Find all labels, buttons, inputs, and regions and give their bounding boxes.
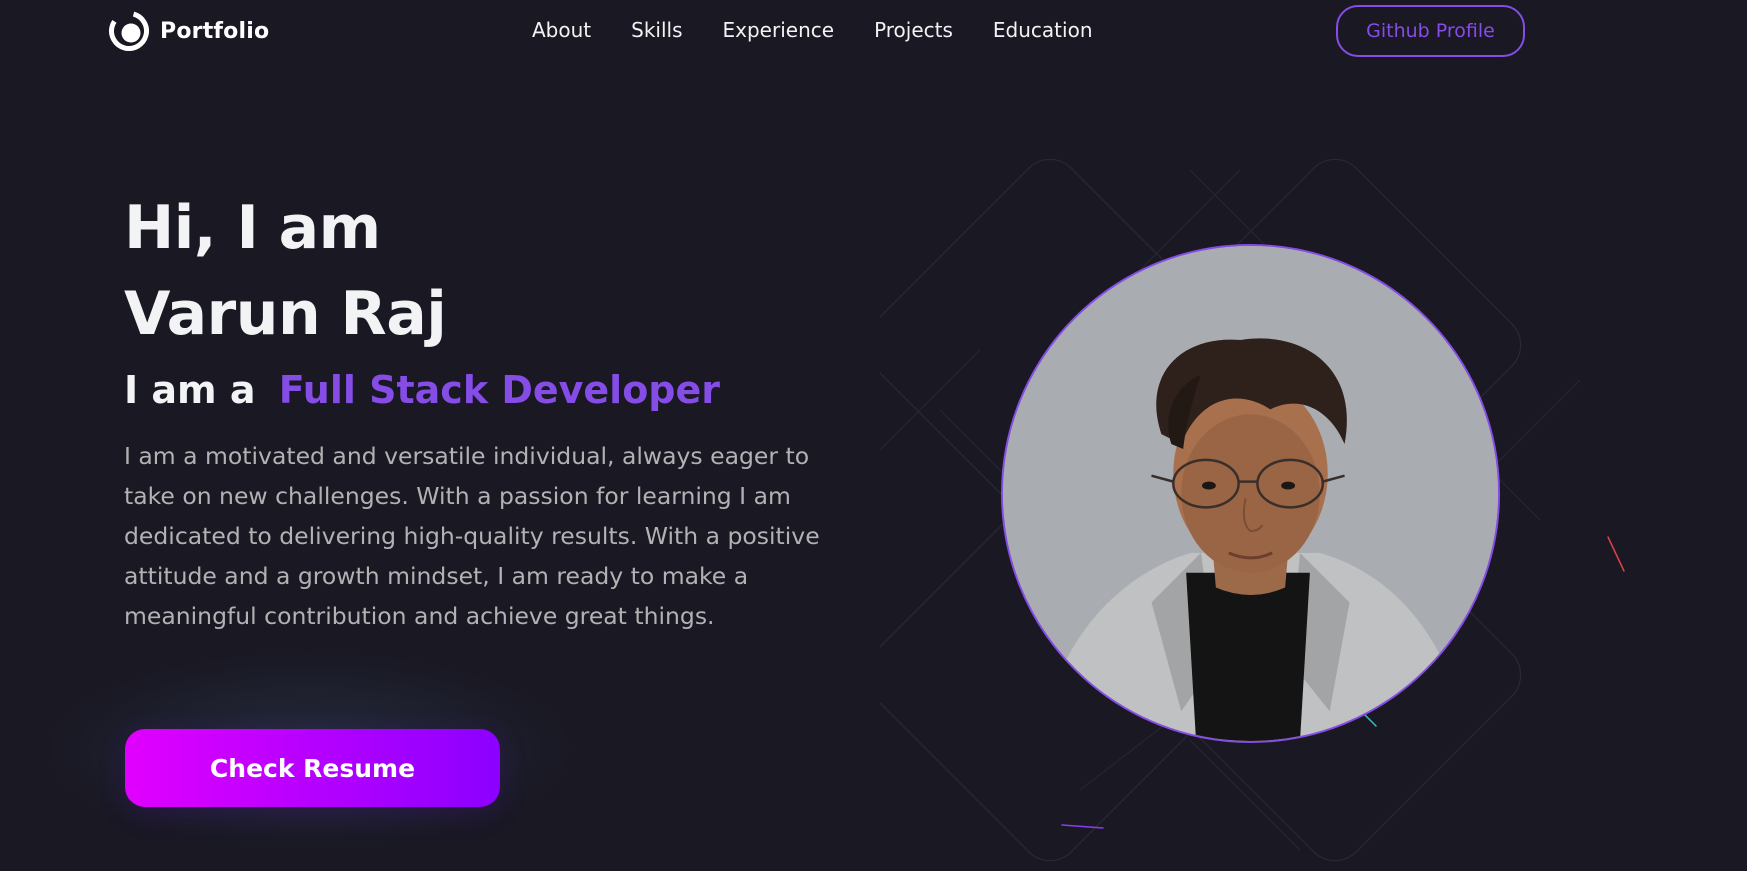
nav-link-about[interactable]: About (532, 18, 591, 42)
role-title: Full Stack Developer (278, 368, 721, 412)
role-prefix: I am a (124, 368, 256, 412)
nav-link-experience[interactable]: Experience (723, 18, 835, 42)
github-profile-button[interactable]: Github Profile (1336, 5, 1525, 57)
profile-portrait (1003, 246, 1498, 741)
hero-bio: I am a motivated and versatile individua… (124, 442, 820, 630)
nav-link-skills[interactable]: Skills (631, 18, 682, 42)
hero-title: Hi, I am Varun Raj (124, 185, 447, 357)
check-resume-button[interactable]: Check Resume (125, 729, 500, 807)
nav-link-education[interactable]: Education (993, 18, 1093, 42)
decorative-streak (1607, 536, 1625, 572)
portfolio-logo-icon (109, 11, 149, 51)
profile-photo (1001, 244, 1500, 743)
logo[interactable]: Portfolio (108, 10, 269, 52)
decorative-streak (1061, 824, 1104, 829)
nav-links: About Skills Experience Projects Educati… (532, 18, 1093, 42)
navbar: Portfolio About Skills Experience Projec… (0, 0, 1747, 62)
hero-name: Varun Raj (124, 279, 447, 349)
hero-role: I am a Full Stack Developer (124, 368, 720, 412)
nav-link-projects[interactable]: Projects (874, 18, 953, 42)
page: Portfolio About Skills Experience Projec… (0, 0, 1747, 871)
hero-greeting: Hi, I am (124, 193, 381, 263)
logo-text: Portfolio (160, 18, 270, 44)
